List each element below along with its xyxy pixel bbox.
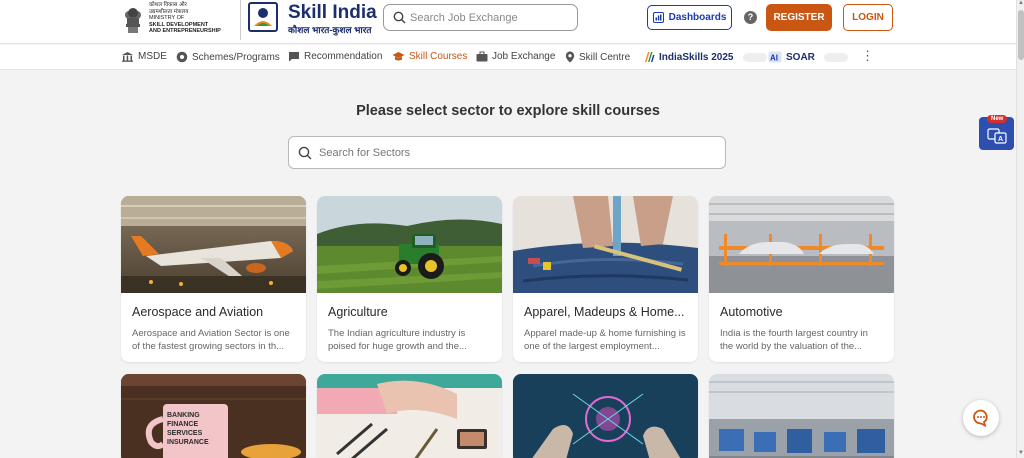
nav-item-soar[interactable]: AI SOAR xyxy=(768,51,848,63)
building-icon xyxy=(122,52,133,62)
card-title: Aerospace and Aviation xyxy=(132,305,264,319)
apparel-image xyxy=(513,196,698,293)
chatbot-button[interactable] xyxy=(963,400,999,436)
card-description: Aerospace and Aviation Sector is one of … xyxy=(132,328,290,352)
nav-item-skill-centre[interactable]: Skill Centre xyxy=(565,51,630,63)
ministry-line-3: AND ENTREPRENEURSHIP xyxy=(149,28,221,34)
beauty-image xyxy=(317,374,502,458)
sector-card-electronics[interactable] xyxy=(513,374,698,458)
graduation-cap-icon xyxy=(392,52,405,61)
nav-item-indiaskills[interactable]: IndiaSkills 2025 xyxy=(643,51,767,63)
more-menu-icon[interactable]: ⋮ xyxy=(861,49,874,62)
nav-item-job-exchange[interactable]: Job Exchange xyxy=(476,51,555,62)
bfsi-image: BANKING FINANCE SERVICES INSURANCE xyxy=(121,374,306,458)
nav-label-indiaskills: IndiaSkills 2025 xyxy=(659,51,734,63)
page-title: Please select sector to explore skill co… xyxy=(356,103,660,119)
nav-label-soar: SOAR xyxy=(786,51,815,63)
scroll-up-arrow-icon[interactable]: ▲ xyxy=(1018,0,1024,6)
aerospace-image xyxy=(121,196,306,293)
ai-icon: AI xyxy=(768,51,782,63)
sector-card-aerospace[interactable]: Aerospace and Aviation Aerospace and Avi… xyxy=(121,196,306,362)
sector-card-bfsi[interactable]: BANKING FINANCE SERVICES INSURANCE xyxy=(121,374,306,458)
mug-line-3: SERVICES xyxy=(167,430,203,437)
electronics-image xyxy=(513,374,698,458)
nav-item-schemes[interactable]: Schemes/Programs xyxy=(176,51,280,63)
svg-text:A: A xyxy=(998,136,1003,143)
ministry-name: कौशल विकास और उद्यमशीलता मंत्रालय MINIST… xyxy=(149,2,221,35)
top-header: कौशल विकास और उद्यमशीलता मंत्रालय MINIST… xyxy=(0,0,1016,44)
location-pin-icon xyxy=(565,51,575,63)
register-button[interactable]: REGISTER xyxy=(766,4,832,31)
card-description: The Indian agriculture industry is poise… xyxy=(328,328,467,352)
message-icon xyxy=(289,52,299,62)
briefcase-icon xyxy=(476,51,488,62)
capital-goods-image xyxy=(709,374,894,458)
nav-item-recommendation[interactable]: Recommendation xyxy=(288,51,382,62)
nav-label-skill-centre: Skill Centre xyxy=(579,51,631,63)
nav-label-skill-courses: Skill Courses xyxy=(409,51,468,62)
automotive-image xyxy=(709,196,894,293)
nav-item-skill-courses[interactable]: Skill Courses xyxy=(392,51,467,62)
search-icon xyxy=(298,146,312,160)
gear-badge-icon xyxy=(176,51,188,63)
chat-icon xyxy=(973,409,988,427)
agriculture-image xyxy=(317,196,502,293)
sector-card-capital-goods[interactable] xyxy=(709,374,894,458)
card-description: Apparel made-up & home furnishing is one… xyxy=(524,328,686,352)
card-title: Automotive xyxy=(720,305,783,319)
job-search-box[interactable] xyxy=(383,4,578,31)
brand-subtitle: कौशल भारत-कुशल भारत xyxy=(288,25,372,35)
new-tag: New xyxy=(987,115,1008,123)
nav-item-msde[interactable]: MSDE xyxy=(121,51,167,62)
indiaskills-logo-icon xyxy=(645,52,655,62)
sector-search-input[interactable] xyxy=(319,145,719,161)
header-divider xyxy=(240,0,241,40)
sector-card-apparel[interactable]: Apparel, Madeups & Home... Apparel made-… xyxy=(513,196,698,362)
scrollbar-thumb[interactable] xyxy=(1018,10,1024,60)
scroll-down-arrow-icon[interactable]: ▼ xyxy=(1018,450,1024,456)
sector-card-automotive[interactable]: Automotive India is the fourth largest c… xyxy=(709,196,894,362)
brand-title[interactable]: Skill India xyxy=(288,2,377,24)
secondary-nav: MSDE Schemes/Programs Recommendation Ski… xyxy=(0,45,1016,70)
national-emblem-icon xyxy=(125,8,141,33)
sector-card-agriculture[interactable]: Agriculture The Indian agriculture indus… xyxy=(317,196,502,362)
mug-line-1: BANKING xyxy=(167,412,200,419)
indiaskills-badge xyxy=(742,52,767,62)
help-icon[interactable]: ? xyxy=(744,11,757,24)
card-title: Agriculture xyxy=(328,305,388,319)
language-translate-button[interactable]: New A xyxy=(979,115,1014,150)
job-search-input[interactable] xyxy=(410,9,570,27)
nav-label-schemes: Schemes/Programs xyxy=(192,51,280,63)
translate-icon: A xyxy=(987,128,1007,144)
card-description: India is the fourth largest country in t… xyxy=(720,328,868,352)
dashboard-icon xyxy=(652,12,664,23)
page-scrollbar[interactable]: ▲ ▼ xyxy=(1016,0,1024,458)
search-icon xyxy=(393,11,406,24)
dashboards-button[interactable]: Dashboards xyxy=(647,5,732,30)
nav-label-recommendation: Recommendation xyxy=(304,51,383,62)
sector-search-box[interactable] xyxy=(288,136,726,169)
nav-label-job-exchange: Job Exchange xyxy=(492,51,556,62)
soar-badge xyxy=(823,52,848,62)
nav-label-msde: MSDE xyxy=(138,51,167,62)
dashboards-label: Dashboards xyxy=(668,12,727,23)
login-button[interactable]: LOGIN xyxy=(843,4,893,31)
svg-text:AI: AI xyxy=(770,54,778,63)
sector-card-beauty[interactable] xyxy=(317,374,502,458)
card-title: Apparel, Madeups & Home... xyxy=(524,305,685,319)
skill-india-logo-icon[interactable] xyxy=(248,2,278,32)
mug-line-4: INSURANCE xyxy=(167,439,209,446)
mug-line-2: FINANCE xyxy=(167,421,198,428)
